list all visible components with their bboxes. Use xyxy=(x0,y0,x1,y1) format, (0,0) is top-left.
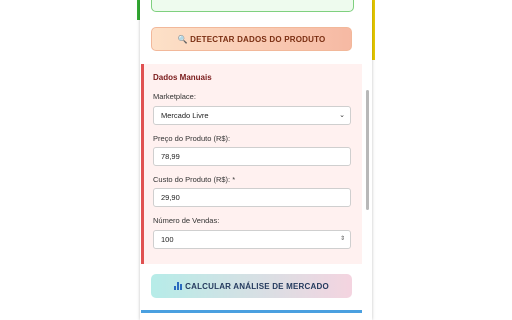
cost-input[interactable]: 29,90 xyxy=(153,188,351,207)
cost-label: Custo do Produto (R$): * xyxy=(153,175,236,184)
number-spinner-icon[interactable]: ⇕ xyxy=(340,231,345,248)
price-input[interactable]: 78,99 xyxy=(153,147,351,166)
status-box xyxy=(151,0,354,12)
marketplace-value: Mercado Livre xyxy=(161,111,209,120)
scrollbar-thumb[interactable] xyxy=(366,90,369,210)
detect-product-button[interactable]: 🔍 DETECTAR DADOS DO PRODUTO xyxy=(151,27,352,51)
sales-label: Número de Vendas: xyxy=(153,216,220,225)
marketplace-label: Marketplace: xyxy=(153,92,196,101)
calculate-analysis-button[interactable]: CALCULAR ANÁLISE DE MERCADO xyxy=(151,274,352,298)
detect-button-label: 🔍 DETECTAR DADOS DO PRODUTO xyxy=(177,34,326,44)
calc-button-label: CALCULAR ANÁLISE DE MERCADO xyxy=(185,281,329,291)
marketplace-select[interactable]: Mercado Livre ⌄ xyxy=(153,106,351,125)
manual-data-section: Dados Manuais Marketplace: Mercado Livre… xyxy=(141,64,362,264)
cost-value: 29,90 xyxy=(161,193,180,202)
price-label: Preço do Produto (R$): xyxy=(153,134,231,143)
price-value: 78,99 xyxy=(161,152,180,161)
chevron-down-icon: ⌄ xyxy=(339,112,345,119)
extension-popup: 🔍 DETECTAR DADOS DO PRODUTO Dados Manuai… xyxy=(140,0,372,320)
bottom-divider xyxy=(141,310,362,313)
section-title: Dados Manuais xyxy=(153,73,212,82)
sales-input[interactable]: 100 ⇕ xyxy=(153,230,351,249)
sales-value: 100 xyxy=(161,235,174,244)
bar-chart-icon xyxy=(174,282,183,290)
